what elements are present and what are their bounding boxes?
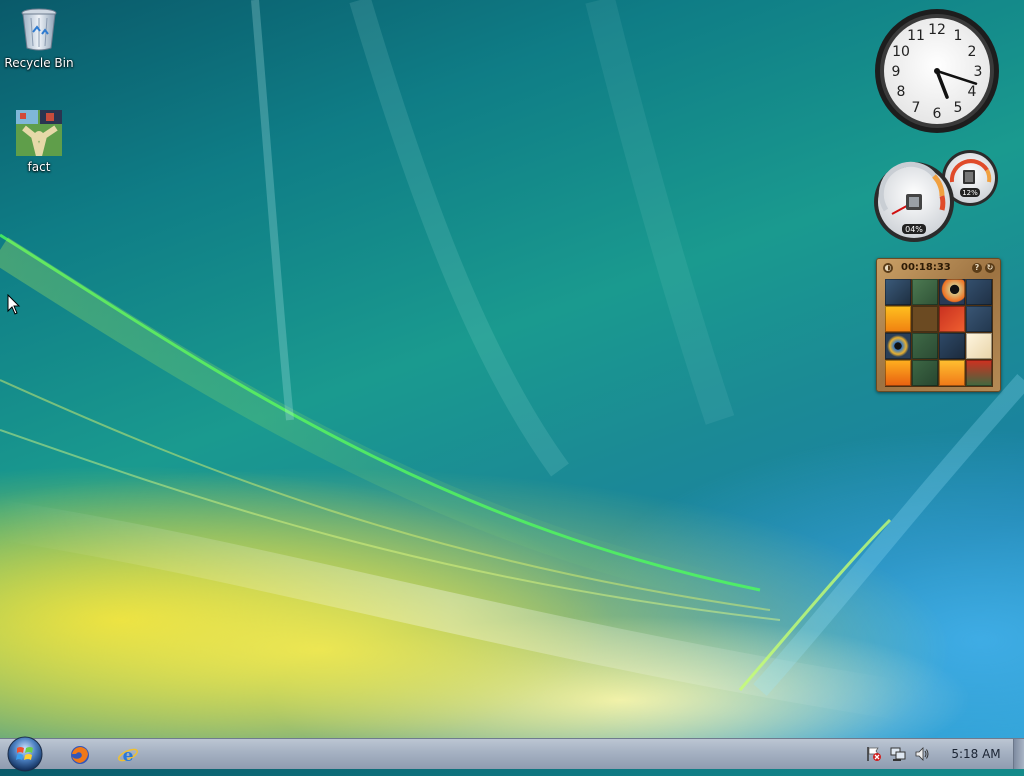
svg-text:8: 8: [897, 84, 906, 100]
puzzle-grid[interactable]: [885, 279, 993, 387]
svg-text:10: 10: [892, 44, 910, 60]
network-icon[interactable]: [890, 746, 906, 762]
puzzle-tile[interactable]: [966, 279, 992, 305]
wallpaper: [0, 0, 1024, 720]
puzzle-timer: 00:18:33: [901, 262, 951, 273]
svg-text:3: 3: [974, 64, 983, 80]
puzzle-tile[interactable]: [939, 360, 965, 386]
puzzle-help-button[interactable]: ?: [972, 263, 982, 273]
svg-text:7: 7: [912, 100, 921, 116]
volume-icon[interactable]: [914, 746, 930, 762]
desktop-icon-recycle-bin[interactable]: Recycle Bin: [1, 6, 77, 70]
desktop-icon-label: Recycle Bin: [4, 56, 74, 70]
svg-text:5: 5: [954, 100, 963, 116]
memory-usage-label: 12%: [962, 189, 978, 197]
puzzle-tile[interactable]: [912, 306, 938, 332]
quick-launch-internet-explorer[interactable]: e: [118, 745, 138, 766]
firefox-icon: [71, 746, 89, 764]
quick-launch-firefox[interactable]: [70, 745, 90, 765]
cpu-meter-gadget[interactable]: 12% 04%: [872, 148, 1002, 244]
puzzle-tile[interactable]: [966, 333, 992, 359]
puzzle-tile[interactable]: [885, 360, 911, 386]
image-file-icon: [16, 110, 62, 157]
taskbar: e 5:18 AM: [0, 736, 1024, 772]
taskbar-clock[interactable]: 5:18 AM: [946, 739, 1006, 769]
recycle-bin-icon: [17, 6, 61, 52]
clock-gadget[interactable]: 12 1 2 3 4 5 6 7 8 9 10 11: [874, 8, 1000, 134]
puzzle-tile[interactable]: [912, 279, 938, 305]
cpu-usage-label: 04%: [905, 225, 923, 234]
svg-text:6: 6: [933, 106, 942, 122]
puzzle-tile[interactable]: [939, 279, 965, 305]
show-desktop-button[interactable]: [1013, 739, 1024, 769]
puzzle-tile[interactable]: [939, 333, 965, 359]
puzzle-tile[interactable]: [939, 306, 965, 332]
puzzle-tile[interactable]: [885, 333, 911, 359]
svg-text:1: 1: [954, 28, 963, 44]
puzzle-show-picture-icon[interactable]: ◐: [883, 263, 893, 273]
start-button[interactable]: [6, 735, 44, 773]
puzzle-tile[interactable]: [912, 333, 938, 359]
puzzle-tile[interactable]: [912, 360, 938, 386]
svg-text:9: 9: [892, 64, 901, 80]
windows-logo-icon: [7, 736, 43, 772]
desktop-icon-label: fact: [27, 160, 51, 174]
puzzle-tile[interactable]: [885, 279, 911, 305]
picture-puzzle-gadget[interactable]: ◐ 00:18:33 ? ↻: [876, 258, 1001, 392]
mouse-cursor-icon: [7, 294, 21, 315]
puzzle-tile[interactable]: [966, 360, 992, 386]
svg-text:e: e: [123, 746, 134, 765]
action-center-flag-icon[interactable]: [866, 746, 882, 762]
internet-explorer-icon: e: [118, 746, 138, 766]
desktop-icon-fact[interactable]: fact: [1, 110, 77, 174]
puzzle-restart-button[interactable]: ↻: [985, 263, 995, 273]
svg-text:12: 12: [928, 22, 946, 38]
svg-text:11: 11: [907, 28, 925, 44]
svg-text:2: 2: [968, 44, 977, 60]
puzzle-toolbar: ◐ 00:18:33 ? ↻: [881, 261, 996, 276]
puzzle-tile[interactable]: [966, 306, 992, 332]
svg-text:4: 4: [968, 84, 977, 100]
puzzle-tile[interactable]: [885, 306, 911, 332]
